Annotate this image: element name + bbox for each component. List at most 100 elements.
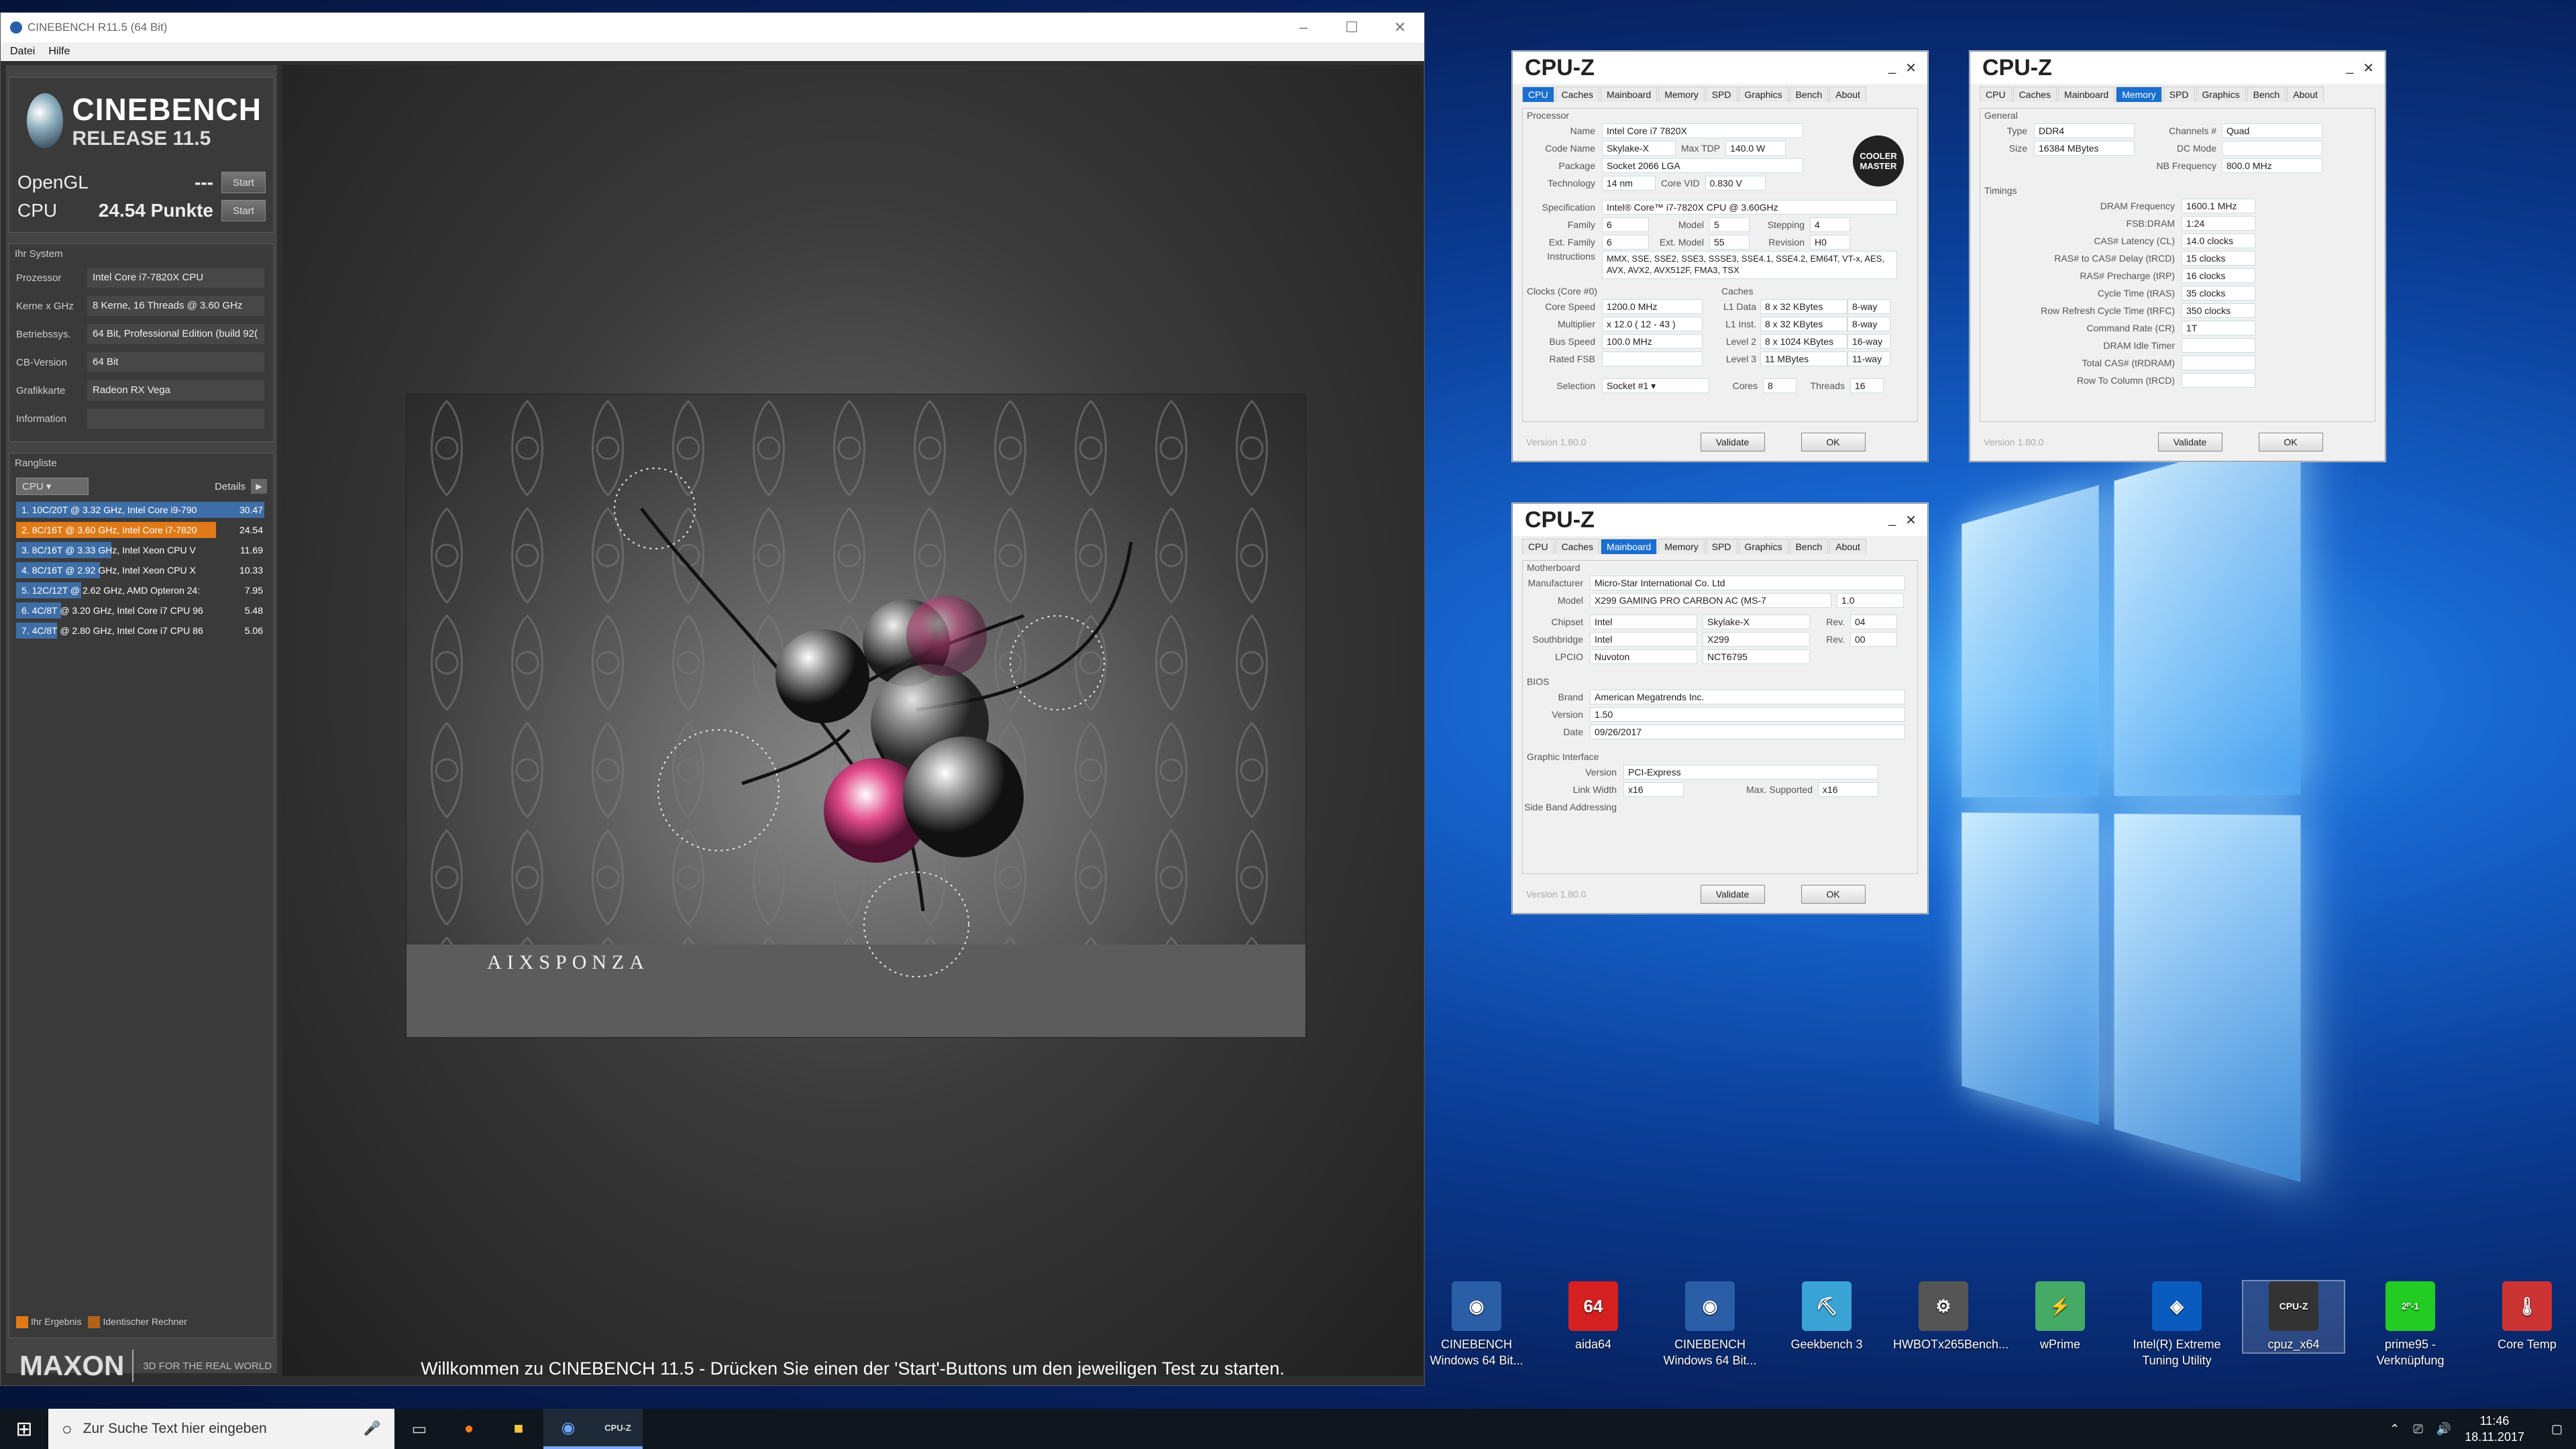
cpuz-titlebar[interactable]: CPU-Z _ ✕ — [1513, 52, 1927, 84]
ranking-select[interactable]: CPU ▾ — [16, 478, 89, 495]
ok-button[interactable]: OK — [1801, 433, 1866, 451]
start-button[interactable]: ⊞ — [0, 1409, 48, 1449]
microphone-icon[interactable]: 🎤 — [364, 1421, 381, 1437]
tab-memory[interactable]: Memory — [1658, 539, 1705, 554]
ok-button[interactable]: OK — [1801, 885, 1866, 904]
cinebench-titlebar[interactable]: CINEBENCH R11.5 (64 Bit) – ☐ ✕ — [1, 13, 1424, 42]
section-graphic-interface: Graphic Interface — [1527, 751, 1599, 762]
cpuz-version: Version 1.80.0 — [1984, 437, 2044, 447]
desktop-icon[interactable]: ⚙ HWBOTx265Bench... — [1893, 1281, 2008, 1352]
tab-spd[interactable]: SPD — [2163, 87, 2195, 102]
ok-button[interactable]: OK — [2258, 433, 2323, 451]
system-tray: ⌃ ⎚ 🔊 11:46 18.11.2017 ▢ — [2390, 1409, 2576, 1449]
tab-graphics[interactable]: Graphics — [1738, 87, 1788, 102]
section-clocks: Clocks (Core #0) — [1527, 286, 1598, 297]
ranking-row[interactable]: 6. 4C/8T @ 3.20 GHz, Intel Core i7 CPU 9… — [16, 600, 267, 621]
minimize-icon[interactable]: _ — [2346, 60, 2353, 76]
desktop-icon[interactable]: ◉ CINEBENCH Windows 64 Bit... — [1426, 1281, 1527, 1368]
socket-select[interactable]: Socket #1 ▾ — [1602, 378, 1709, 393]
desktop-icon[interactable]: 64 aida64 — [1543, 1281, 1644, 1352]
south-rev-label: Rev. — [1826, 634, 1845, 645]
menu-datei[interactable]: Datei — [10, 46, 35, 58]
tab-bench[interactable]: Bench — [2247, 87, 2286, 102]
timing-value: 16 clocks — [2182, 268, 2255, 283]
taskbar-explorer[interactable]: ■ — [494, 1409, 543, 1449]
tab-graphics[interactable]: Graphics — [1738, 539, 1788, 554]
tab-about[interactable]: About — [2287, 87, 2324, 102]
cpu-start-button[interactable]: Start — [221, 200, 266, 221]
menu-hilfe[interactable]: Hilfe — [48, 46, 70, 58]
tab-graphics[interactable]: Graphics — [2196, 87, 2246, 102]
close-icon[interactable]: ✕ — [1905, 512, 1917, 529]
task-view-button[interactable]: ▭ — [394, 1409, 444, 1449]
tab-spd[interactable]: SPD — [1705, 87, 1737, 102]
chipset-label: Chipset — [1551, 616, 1583, 627]
desktop-icon[interactable]: ◉ CINEBENCH Windows 64 Bit... — [1660, 1281, 1760, 1368]
tab-bench[interactable]: Bench — [1789, 539, 1829, 554]
tab-memory[interactable]: Memory — [2116, 87, 2162, 102]
ranking-row[interactable]: 2. 8C/16T @ 3.60 GHz, Intel Core i7-7820… — [16, 520, 267, 540]
taskbar-cpuz[interactable]: CPU-Z — [593, 1409, 643, 1449]
chevron-up-icon[interactable]: ⌃ — [2390, 1422, 2400, 1436]
taskbar-firefox[interactable]: ● — [444, 1409, 494, 1449]
stepping-label: Stepping — [1767, 219, 1805, 230]
validate-button[interactable]: Validate — [1700, 433, 1765, 451]
validate-button[interactable]: Validate — [1700, 885, 1765, 904]
minimize-icon[interactable]: _ — [1888, 60, 1896, 76]
section-general: General — [1984, 110, 2018, 121]
clock[interactable]: 11:46 18.11.2017 — [2465, 1413, 2524, 1445]
tab-mainboard[interactable]: Mainboard — [2058, 87, 2115, 102]
desktop-icon[interactable]: 2ᴾ-1 prime95 - Verknüpfung — [2360, 1281, 2461, 1368]
bios-brand: American Megatrends Inc. — [1590, 690, 1905, 704]
desktop-icon[interactable]: ⛏ Geekbench 3 — [1776, 1281, 1877, 1352]
volume-icon[interactable]: 🔊 — [2436, 1422, 2451, 1436]
close-icon[interactable]: ✕ — [1905, 60, 1917, 76]
validate-button[interactable]: Validate — [2157, 433, 2222, 451]
minimize-icon[interactable]: _ — [1888, 512, 1896, 529]
close-icon[interactable]: ✕ — [2363, 60, 2374, 76]
core-speed: 1200.0 MHz — [1602, 299, 1703, 314]
date-label: Date — [1563, 727, 1583, 737]
tab-about[interactable]: About — [1829, 539, 1866, 554]
folder-icon: ■ — [513, 1419, 524, 1438]
corespeed-label: Core Speed — [1545, 301, 1595, 312]
desktop-icon[interactable]: ⚡ wPrime — [2010, 1281, 2110, 1352]
desktop-icon[interactable]: ◈ Intel(R) Extreme Tuning Utility — [2127, 1281, 2227, 1368]
desktop-icon[interactable]: CPU-Z cpuz_x64 — [2242, 1280, 2345, 1354]
taskbar-cinebench[interactable]: ◉ — [543, 1409, 593, 1449]
ranking-row[interactable]: 5. 12C/12T @ 2.62 GHz, AMD Opteron 24: 7.… — [16, 580, 267, 600]
tab-about[interactable]: About — [1829, 87, 1866, 102]
desktop-icon[interactable]: 🌡 Core Temp — [2477, 1281, 2576, 1352]
close-icon[interactable]: ✕ — [1376, 19, 1424, 36]
tab-caches[interactable]: Caches — [2012, 87, 2057, 102]
tab-mainboard[interactable]: Mainboard — [1601, 87, 1658, 102]
opengl-start-button[interactable]: Start — [221, 172, 266, 193]
ranking-row[interactable]: 7. 4C/8T @ 2.80 GHz, Intel Core i7 CPU 8… — [16, 621, 267, 641]
desktop-icon-label: Intel(R) Extreme Tuning Utility — [2133, 1338, 2221, 1367]
cpuz-titlebar[interactable]: CPU-Z _ ✕ — [1970, 52, 2385, 84]
tab-cpu[interactable]: CPU — [1522, 539, 1554, 554]
minimize-icon[interactable]: – — [1279, 19, 1328, 36]
details-button[interactable]: Details ▶ — [215, 479, 267, 494]
maximize-icon[interactable]: ☐ — [1328, 19, 1376, 36]
ranking-row[interactable]: 3. 8C/16T @ 3.33 GHz, Intel Xeon CPU V 11… — [16, 540, 267, 560]
tab-mainboard[interactable]: Mainboard — [1601, 539, 1658, 554]
ranking-row[interactable]: 4. 8C/16T @ 2.92 GHz, Intel Xeon CPU X 10… — [16, 560, 267, 580]
notification-icon[interactable]: ▢ — [2551, 1422, 2563, 1436]
search-box[interactable]: ○ Zur Suche Text hier eingeben 🎤 — [48, 1409, 394, 1449]
tab-caches[interactable]: Caches — [1555, 87, 1600, 102]
ranking-row[interactable]: 1. 10C/20T @ 3.32 GHz, Intel Core i9-790… — [16, 500, 267, 520]
tab-bench[interactable]: Bench — [1789, 87, 1829, 102]
tab-caches[interactable]: Caches — [1555, 539, 1600, 554]
network-icon[interactable]: ⎚ — [2413, 1422, 2422, 1436]
cpuz-titlebar[interactable]: CPU-Z _ ✕ — [1513, 504, 1927, 536]
system-row: Betriebssys. 64 Bit, Professional Edition… — [9, 320, 274, 348]
bios-version: 1.50 — [1590, 707, 1905, 722]
tab-cpu[interactable]: CPU — [1522, 87, 1554, 102]
cpuz-window-memory: CPU-Z _ ✕ CPU Caches Mainboard Memory SPD Grap… — [1970, 51, 2385, 462]
cpu-stepping: 4 — [1810, 217, 1850, 232]
tab-cpu[interactable]: CPU — [1980, 87, 2012, 102]
cinebench-sphere-icon — [27, 93, 63, 148]
tab-memory[interactable]: Memory — [1658, 87, 1705, 102]
tab-spd[interactable]: SPD — [1705, 539, 1737, 554]
